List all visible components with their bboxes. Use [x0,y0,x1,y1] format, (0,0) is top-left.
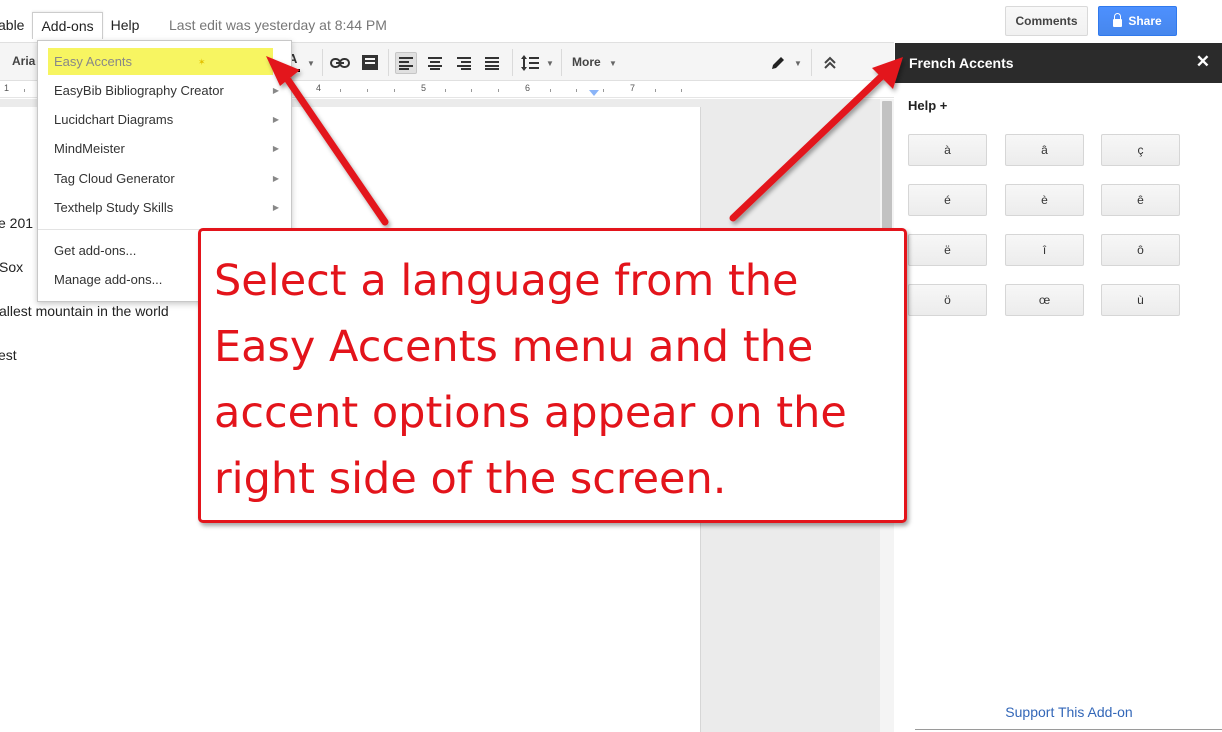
insert-link-icon[interactable] [329,52,351,74]
text-color-dropdown-icon[interactable]: ▼ [307,59,315,68]
accent-button[interactable]: ë [908,234,987,266]
more-button[interactable]: More [572,55,601,69]
scrollbar-thumb[interactable] [882,101,892,233]
ruler-label: 1 [4,83,10,93]
last-edit-status[interactable]: Last edit was yesterday at 8:44 PM [169,17,387,33]
ruler-tick [576,89,577,92]
line-spacing-icon[interactable] [519,52,541,74]
insert-comment-icon[interactable] [359,52,381,74]
accent-button[interactable]: ç [1101,134,1180,166]
lock-icon [1113,12,1123,27]
ruler-label: 6 [525,83,531,93]
font-selector[interactable]: Aria [12,54,35,68]
document-text-line[interactable]: allest mountain in the world [0,303,169,319]
menu-item-label: Tag Cloud Generator [54,171,175,186]
toolbar-separator [512,49,513,76]
ruler-tick [603,89,604,92]
submenu-arrow-icon: ▶ [272,144,279,153]
accent-button[interactable]: é [908,184,987,216]
menu-item-tag-cloud[interactable]: Tag Cloud Generator ▶ [38,164,291,193]
menu-item-mindmeister[interactable]: MindMeister ▶ [38,134,291,163]
menu-item-label: EasyBib Bibliography Creator [54,83,224,98]
submenu-arrow-icon: ▶ [272,57,279,66]
ruler-tick [445,89,446,92]
menu-item-label: Texthelp Study Skills [54,200,174,215]
document-text-line[interactable]: e 201 [0,215,33,231]
menu-item-texthelp[interactable]: Texthelp Study Skills ▶ [38,193,291,222]
annotation-callout: Select a language from the Easy Accents … [198,228,907,523]
menu-table[interactable]: able [0,12,32,38]
menu-item-lucidchart[interactable]: Lucidchart Diagrams ▶ [38,105,291,134]
editing-mode-dropdown-icon[interactable]: ▼ [794,59,802,68]
align-left-icon[interactable] [395,52,417,74]
submenu-arrow-icon: ▶ [272,86,279,95]
comments-button[interactable]: Comments [1005,6,1088,36]
toolbar-separator [561,49,562,76]
accent-button[interactable]: ê [1101,184,1180,216]
menu-addons[interactable]: Add-ons [32,11,103,39]
menu-bar: able Add-ons Help [0,10,147,40]
menu-item-label: Lucidchart Diagrams [54,112,174,127]
submenu-arrow-icon: ▶ [272,174,279,183]
accent-button[interactable]: œ [1005,284,1084,316]
sidebar-title: French Accents [909,55,1014,71]
toolbar-separator [811,49,812,76]
accent-button[interactable]: ö [908,284,987,316]
help-toggle[interactable]: Help + [908,98,947,113]
right-indent-marker[interactable] [589,90,599,96]
sidebar-header: French Accents ✕ [895,43,1222,83]
document-text-line[interactable]: Sox [0,259,23,275]
menu-item-label: Manage add-ons... [54,272,163,287]
align-right-icon[interactable] [453,52,475,74]
ruler-tick [655,89,656,92]
accent-button[interactable]: è [1005,184,1084,216]
menu-item-easy-accents[interactable]: Easy Accents ▶ [38,47,291,76]
align-justify-icon[interactable] [481,52,503,74]
submenu-arrow-icon: ▶ [272,115,279,124]
share-label: Share [1128,14,1162,28]
sidebar-divider [915,729,1222,730]
annotation-text: Select a language from the Easy Accents … [214,256,847,504]
google-docs-window: able Add-ons Help Last edit was yesterda… [0,0,1222,732]
ruler-tick [340,89,341,92]
close-icon[interactable]: ✕ [1196,52,1210,72]
share-button[interactable]: Share [1098,6,1177,36]
submenu-arrow-icon: ▶ [272,203,279,212]
accent-button[interactable]: î [1005,234,1084,266]
ruler-tick [394,89,395,92]
accent-button[interactable]: à [908,134,987,166]
toolbar-separator [388,49,389,76]
ruler-label: 5 [421,83,427,93]
ruler-label: 4 [316,83,322,93]
ruler-tick [498,89,499,92]
menu-item-easybib[interactable]: EasyBib Bibliography Creator ▶ [38,76,291,105]
ruler-tick [24,89,25,92]
align-center-icon[interactable] [424,52,446,74]
more-dropdown-icon[interactable]: ▼ [609,59,617,68]
menu-item-label: Easy Accents [54,54,133,69]
ruler-label: 7 [630,83,636,93]
line-spacing-dropdown-icon[interactable]: ▼ [546,59,554,68]
editing-mode-pencil-icon[interactable] [767,52,789,74]
toolbar-separator [322,49,323,76]
ruler-tick [681,89,682,92]
french-accents-sidebar: French Accents ✕ Help + à â ç é è ê ë î … [895,43,1222,732]
accent-button[interactable]: ô [1101,234,1180,266]
collapse-toolbar-icon[interactable] [819,52,841,74]
comments-label: Comments [1015,14,1078,28]
ruler-tick [471,89,472,92]
accent-button[interactable]: ù [1101,284,1180,316]
accent-button[interactable]: â [1005,134,1084,166]
menu-item-label: MindMeister [54,141,125,156]
ruler-tick [367,89,368,92]
menu-help[interactable]: Help [103,12,148,38]
menu-item-label: Get add-ons... [54,243,137,258]
document-text-line[interactable]: est [0,347,17,363]
sparkle-icon: ✶ [198,57,206,67]
support-link[interactable]: Support This Add-on [895,704,1222,720]
ruler-tick [550,89,551,92]
